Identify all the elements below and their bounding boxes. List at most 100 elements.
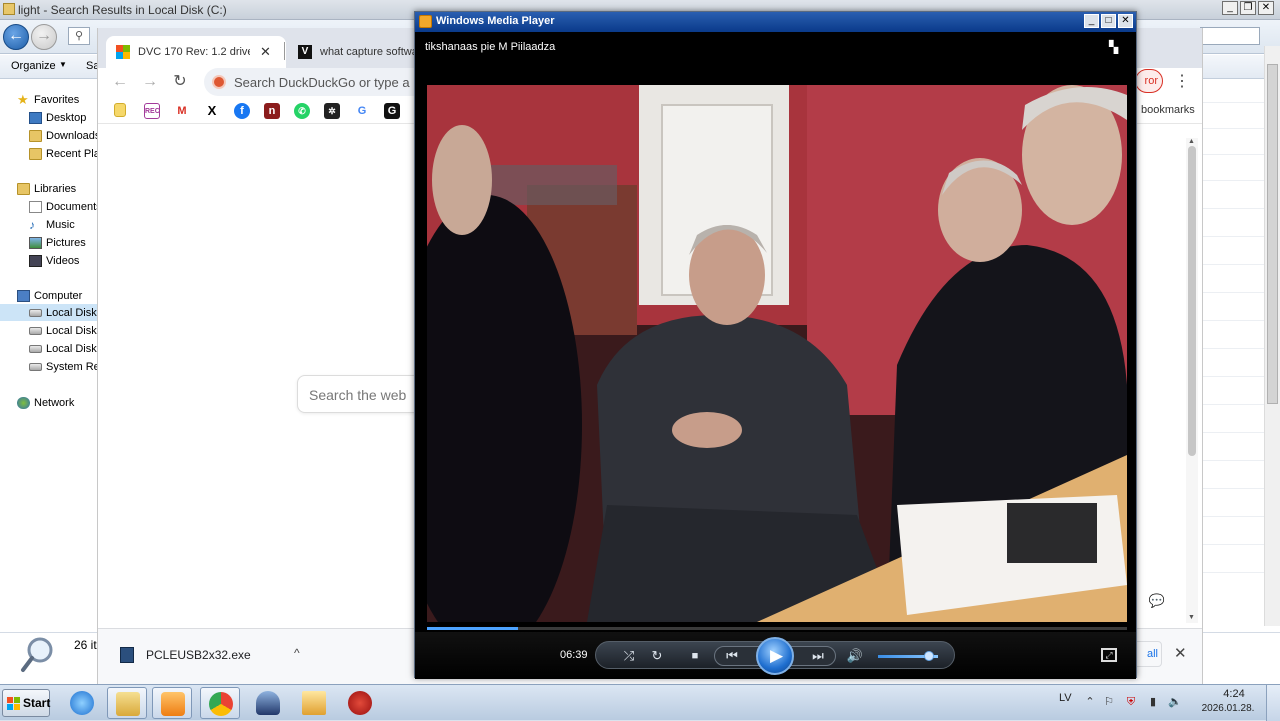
repeat-icon[interactable]: ↻ bbox=[648, 647, 666, 665]
download-filename[interactable]: PCLEUSB2x32.exe bbox=[146, 648, 251, 662]
network-signal-icon[interactable]: ▮ bbox=[1146, 695, 1160, 709]
seek-bar[interactable] bbox=[427, 627, 1127, 630]
error-pill[interactable]: ror bbox=[1135, 69, 1163, 93]
start-button[interactable]: Start bbox=[2, 689, 50, 717]
volume-slider-knob[interactable] bbox=[924, 651, 934, 661]
volume-icon[interactable]: 🔊 bbox=[846, 647, 864, 665]
forward-button[interactable]: → bbox=[31, 24, 57, 50]
sidebar-item-local-disk-c[interactable]: Local Disk ( bbox=[0, 304, 98, 321]
scroll-down-icon[interactable]: ▼ bbox=[1188, 614, 1195, 621]
gmail-icon[interactable]: M bbox=[174, 103, 190, 119]
switch-to-library-icon[interactable]: ▚ bbox=[1109, 40, 1125, 54]
search-magnifier-icon bbox=[21, 637, 53, 672]
chat-icon[interactable]: 💬 bbox=[1145, 593, 1169, 613]
minimize-button[interactable]: _ bbox=[1084, 14, 1099, 28]
all-bookmarks-link[interactable]: bookmarks bbox=[1141, 104, 1195, 116]
exe-file-icon bbox=[120, 647, 134, 663]
close-button[interactable]: ✕ bbox=[1118, 14, 1133, 28]
navigation-pane: ★ Favorites Desktop Downloads Recent Plac… bbox=[0, 80, 105, 625]
pictures-icon bbox=[29, 236, 42, 249]
search-icon[interactable]: ⚲ bbox=[68, 27, 90, 45]
reload-icon[interactable]: ↻ bbox=[170, 72, 190, 92]
forward-arrow-icon[interactable]: → bbox=[140, 72, 160, 92]
volume-tray-icon[interactable]: 🔈 bbox=[1168, 695, 1182, 709]
organize-menu[interactable]: Organize bbox=[11, 60, 56, 72]
scroll-up-icon[interactable]: ▲ bbox=[1188, 138, 1195, 145]
facebook-icon[interactable]: f bbox=[234, 103, 250, 119]
back-arrow-icon[interactable]: ← bbox=[110, 72, 130, 92]
close-button[interactable]: ✕ bbox=[1258, 1, 1274, 15]
bookmark-rec-icon[interactable]: REC bbox=[144, 103, 160, 119]
close-download-bar-icon[interactable]: ✕ bbox=[1174, 644, 1187, 662]
show-hidden-icons[interactable]: ⌃ bbox=[1083, 695, 1097, 709]
address-bar-placeholder: Search DuckDuckGo or type a U bbox=[234, 75, 423, 90]
news-icon[interactable]: n bbox=[264, 103, 280, 119]
fullscreen-icon[interactable]: ⤢ bbox=[1101, 648, 1117, 662]
libraries-icon bbox=[17, 182, 30, 195]
browser-scrollbar[interactable]: ▲ ▼ bbox=[1186, 138, 1198, 623]
documents-icon bbox=[29, 200, 42, 213]
media-player-title: Windows Media Player bbox=[436, 15, 555, 27]
media-player-icon bbox=[161, 692, 185, 716]
folder-icon bbox=[116, 692, 140, 716]
media-player-title-bar: Windows Media Player _ □ ✕ bbox=[415, 12, 1136, 32]
taskbar: Start LV ⌃ ⚐ ⛨ ▮ 🔈 4:24 2026.01.28. bbox=[0, 684, 1280, 721]
internet-explorer-icon bbox=[70, 691, 94, 715]
chevron-down-icon[interactable]: ▼ bbox=[59, 60, 67, 69]
duckduckgo-icon bbox=[212, 75, 226, 89]
tab-dvc-drivers[interactable]: DVC 170 Rev: 1.2 drivers ✕ bbox=[106, 36, 286, 68]
next-icon[interactable]: ⏭ bbox=[809, 647, 827, 665]
taskbar-explorer[interactable] bbox=[107, 687, 147, 719]
previous-icon[interactable]: ⏮ bbox=[723, 647, 741, 665]
shuffle-icon[interactable]: ⤮ bbox=[620, 647, 638, 665]
now-playing-title: tikshanaas pie M Piilaadza bbox=[425, 41, 556, 53]
taskbar-app-4[interactable] bbox=[248, 687, 288, 719]
taskbar-chrome[interactable] bbox=[200, 687, 240, 719]
x-icon[interactable]: X bbox=[204, 103, 220, 119]
explorer-search-input[interactable] bbox=[1200, 27, 1260, 45]
bookmark-folder-icon[interactable] bbox=[114, 103, 126, 117]
restore-button[interactable]: ❐ bbox=[1240, 1, 1256, 15]
disk-icon bbox=[29, 326, 42, 335]
explorer-scrollbar[interactable] bbox=[1264, 46, 1280, 626]
maximize-button[interactable]: □ bbox=[1101, 14, 1116, 28]
clock-date[interactable]: 2026.01.28. bbox=[1198, 703, 1258, 714]
media-player-caption-buttons: _ □ ✕ bbox=[1084, 14, 1133, 28]
video-frame[interactable] bbox=[427, 85, 1127, 622]
google-icon[interactable]: G bbox=[354, 103, 370, 119]
menu-icon[interactable]: ⋮ bbox=[1174, 71, 1190, 91]
bookmark-grid-icon[interactable]: ✲ bbox=[324, 103, 340, 119]
tab-capture-software[interactable]: V what capture softwa bbox=[288, 36, 418, 68]
play-button[interactable]: ▶ bbox=[756, 637, 794, 675]
taskbar-app-6[interactable] bbox=[340, 687, 380, 719]
elapsed-time: 06:39 bbox=[560, 649, 588, 661]
media-player-window: Windows Media Player _ □ ✕ tikshanaas pi… bbox=[414, 11, 1137, 679]
desktop-icon bbox=[29, 111, 42, 124]
clock-time[interactable]: 4:24 bbox=[1214, 688, 1254, 700]
explorer-caption-buttons: _ ❐ ✕ bbox=[1222, 1, 1274, 15]
music-icon: ♪ bbox=[29, 217, 35, 232]
windows-logo-icon bbox=[7, 697, 20, 710]
whatsapp-icon[interactable]: ✆ bbox=[294, 103, 310, 119]
minimize-button[interactable]: _ bbox=[1222, 1, 1238, 15]
taskbar-media-player[interactable] bbox=[152, 687, 192, 719]
taskbar-internet-explorer[interactable] bbox=[62, 687, 102, 719]
stop-icon[interactable]: ■ bbox=[686, 647, 704, 665]
security-icon[interactable]: ⛨ bbox=[1124, 695, 1138, 709]
chevron-up-icon[interactable]: ^ bbox=[294, 646, 300, 660]
language-indicator[interactable]: LV bbox=[1059, 692, 1072, 704]
recent-places-icon bbox=[29, 147, 42, 160]
back-button[interactable]: ← bbox=[3, 24, 29, 50]
paint-icon bbox=[302, 691, 326, 715]
close-tab-icon[interactable]: ✕ bbox=[260, 44, 271, 60]
scrollbar-thumb[interactable] bbox=[1188, 146, 1196, 456]
chrome-icon bbox=[209, 692, 233, 716]
video-picture bbox=[427, 85, 1127, 622]
taskbar-app-5[interactable] bbox=[294, 687, 334, 719]
scrollbar-thumb[interactable] bbox=[1267, 64, 1278, 404]
windows-logo-icon bbox=[116, 45, 130, 59]
bookmark-g-icon[interactable]: G bbox=[384, 103, 400, 119]
controls-pill: ⤮ ↻ ■ ⏮ ⏭ ▶ 🔊 bbox=[595, 637, 955, 675]
action-center-flag-icon[interactable]: ⚐ bbox=[1102, 695, 1116, 709]
show-desktop-button[interactable] bbox=[1266, 685, 1280, 721]
